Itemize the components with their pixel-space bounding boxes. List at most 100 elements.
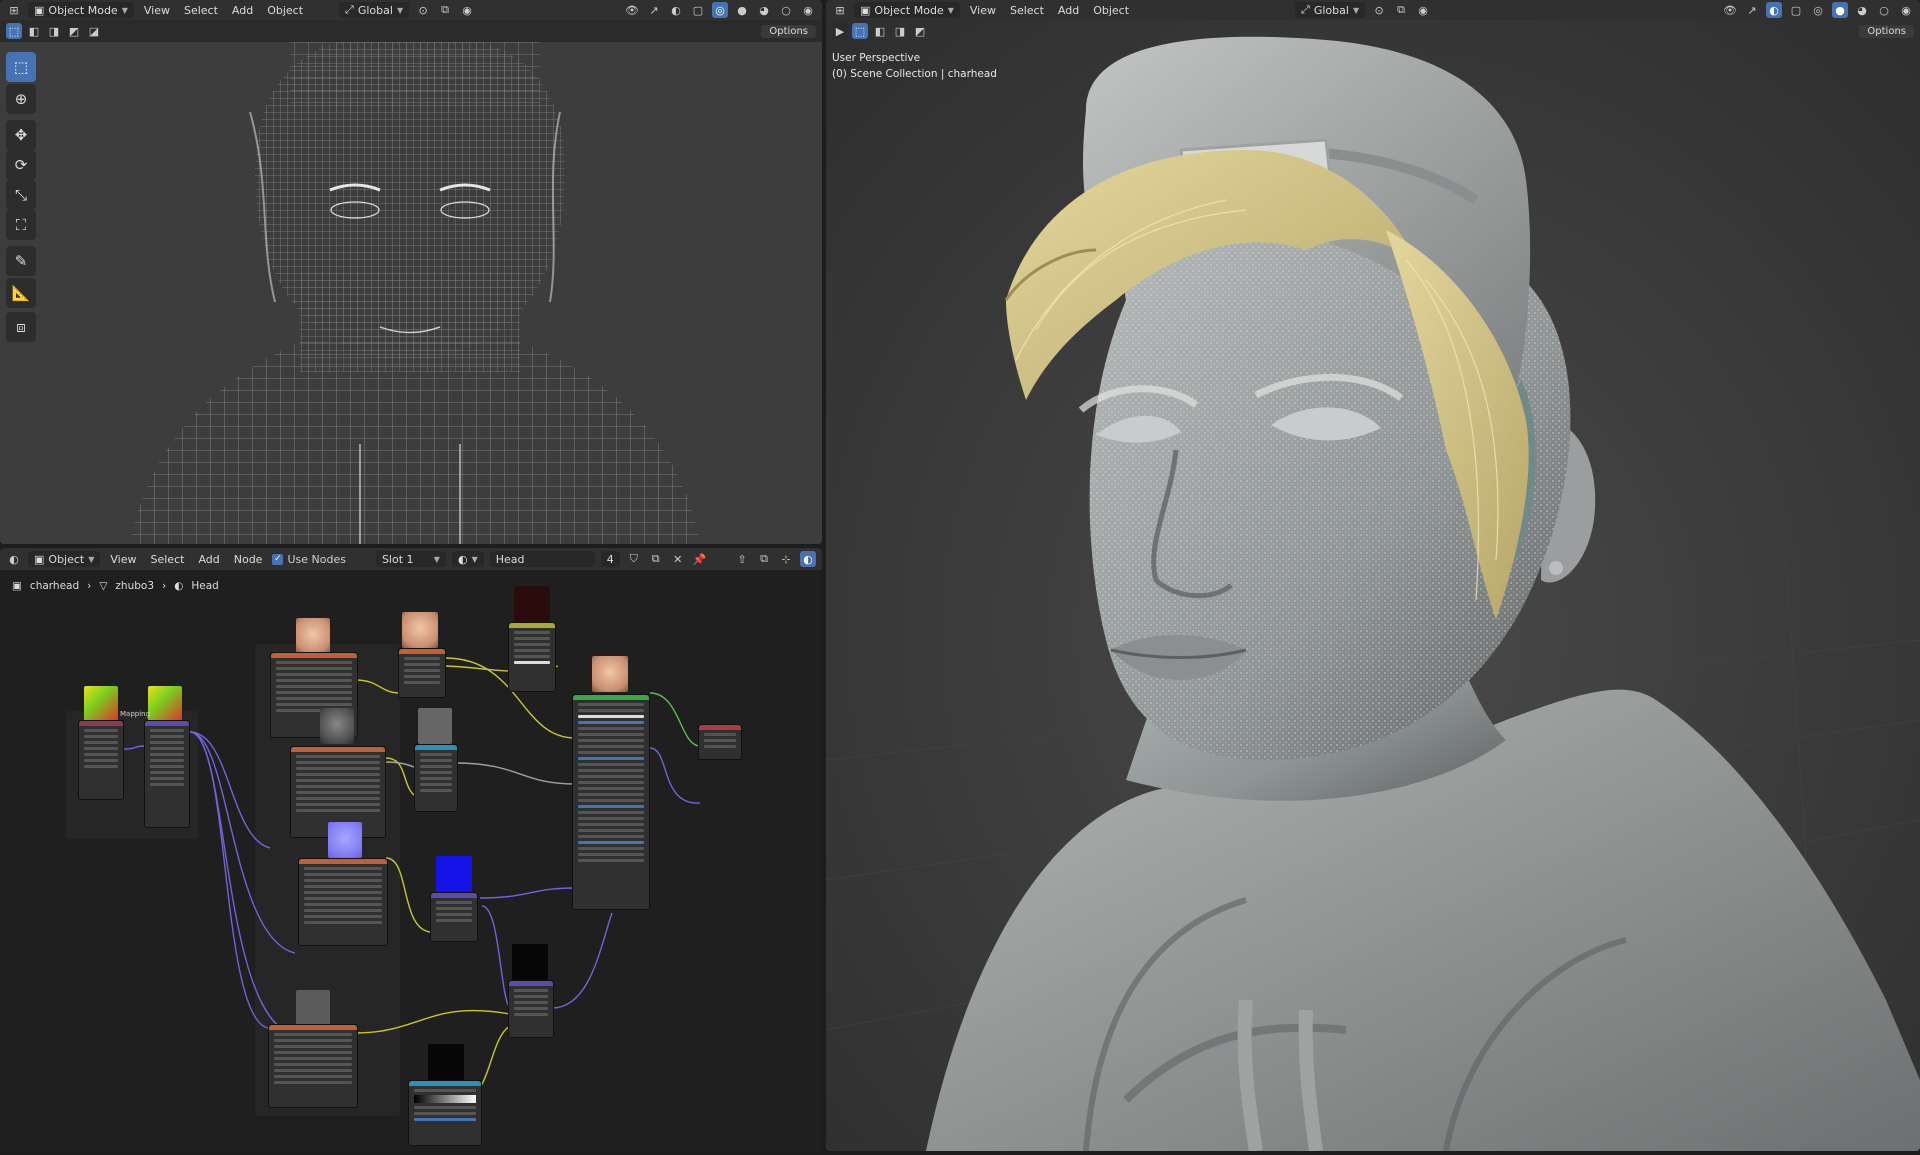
rotate-tool[interactable]: ⟳: [6, 150, 36, 180]
proportional-edit-icon[interactable]: ◉: [1415, 2, 1431, 18]
normal-map-preview: [436, 856, 472, 892]
cursor-tool[interactable]: ⊕: [6, 84, 36, 114]
mode-icon: ▣: [34, 3, 45, 17]
options-button[interactable]: Options: [761, 24, 816, 38]
select-box-icon[interactable]: ⬚: [6, 23, 22, 39]
mode-icon: ▣: [860, 3, 871, 17]
gizmo-icon[interactable]: ↗: [646, 2, 662, 18]
visibility-icon[interactable]: 👁: [624, 2, 640, 18]
node-mix[interactable]: [508, 622, 556, 692]
solid-viewport[interactable]: ⊞ ▣ Object Mode ▼ View Select Add Object ⤢…: [826, 0, 1920, 1151]
menu-view[interactable]: View: [140, 4, 174, 17]
play-icon[interactable]: ▶: [832, 23, 848, 39]
pivot-icon[interactable]: ⊙: [1371, 2, 1387, 18]
menu-select[interactable]: Select: [1006, 4, 1048, 17]
overlay-icon[interactable]: ◐: [1766, 2, 1782, 18]
mode-label: Object Mode: [874, 3, 944, 17]
wireframe-shading-icon[interactable]: ◎: [712, 2, 728, 18]
editor-type-icon[interactable]: ⊞: [6, 2, 22, 18]
solid-shading-icon[interactable]: ●: [734, 2, 750, 18]
node-map-range[interactable]: [414, 744, 458, 812]
viewport-header: ⊞ ▣ Object Mode ▼ View Select Add Object ⤢…: [826, 0, 1920, 20]
viewport-collection-label: (0) Scene Collection | charhead: [832, 68, 997, 80]
select-intersect-icon[interactable]: ◪: [86, 23, 102, 39]
visibility-icon[interactable]: 👁: [1722, 2, 1738, 18]
scale-tool[interactable]: ⤡: [6, 180, 36, 210]
measure-tool[interactable]: 📐: [6, 278, 36, 308]
options-button[interactable]: Options: [1859, 24, 1914, 38]
menu-object[interactable]: Object: [263, 4, 307, 17]
displacement-node-preview: [512, 944, 548, 980]
solid-shading-icon[interactable]: ●: [1832, 2, 1848, 18]
select-subtract-icon[interactable]: ◨: [892, 23, 908, 39]
menu-select[interactable]: Select: [180, 4, 222, 17]
material-shading-icon[interactable]: ◕: [1854, 2, 1870, 18]
principled-preview: [592, 656, 628, 692]
overlay-icon[interactable]: ◐: [668, 2, 684, 18]
head-model-render: [826, 0, 1920, 1151]
select-invert-icon[interactable]: ◩: [66, 23, 82, 39]
wireframe-shading-icon[interactable]: ◎: [1810, 2, 1826, 18]
move-tool[interactable]: ✥: [6, 120, 36, 150]
menu-object[interactable]: Object: [1089, 4, 1133, 17]
sss-texture-preview: [402, 612, 438, 648]
shader-node-editor[interactable]: ◐ ▣ Object ▼ View Select Add Node ✓ Use No…: [0, 548, 822, 1151]
basecolor-preview: [296, 618, 330, 654]
node-principled-bsdf[interactable]: [572, 694, 650, 910]
camera-icon[interactable]: ◉: [800, 2, 816, 18]
camera-icon[interactable]: ◉: [1898, 2, 1914, 18]
roughness-preview: [320, 708, 354, 744]
chevron-down-icon: ▼: [121, 5, 128, 15]
mode-dropdown[interactable]: ▣ Object Mode ▼: [854, 2, 960, 18]
snap-icon[interactable]: ⧉: [1393, 2, 1409, 18]
node-displacement[interactable]: [508, 980, 554, 1038]
map-range-preview: [418, 708, 452, 744]
orientation-dropdown[interactable]: ⤢ Global ▼: [1295, 2, 1366, 18]
menu-add[interactable]: Add: [228, 4, 257, 17]
rendered-shading-icon[interactable]: ○: [1876, 2, 1892, 18]
select-invert-icon[interactable]: ◩: [912, 23, 928, 39]
viewport-header: ⊞ ▣ Object Mode ▼ View Select Add Object ⤢…: [0, 0, 822, 20]
editor-type-icon[interactable]: ⊞: [832, 2, 848, 18]
mode-label: Object Mode: [48, 3, 118, 17]
material-shading-icon[interactable]: ◕: [756, 2, 772, 18]
menu-view[interactable]: View: [966, 4, 1000, 17]
mode-dropdown[interactable]: ▣ Object Mode ▼: [28, 2, 134, 18]
node-displacement-texture[interactable]: [268, 1024, 358, 1108]
node-sss-texture[interactable]: [398, 648, 446, 698]
wireframe-viewport[interactable]: ⊞ ▣ Object Mode ▼ View Select Add Object ⤢…: [0, 0, 822, 544]
node-material-output[interactable]: [698, 724, 742, 760]
select-extend-icon[interactable]: ◧: [872, 23, 888, 39]
chevron-down-icon: ▼: [396, 5, 404, 15]
select-tool[interactable]: ⬚: [6, 52, 36, 82]
chevron-down-icon: ▼: [1352, 5, 1360, 15]
snap-icon[interactable]: ⧉: [437, 2, 453, 18]
select-box-icon[interactable]: ⬚: [852, 23, 868, 39]
viewport-perspective-label: User Perspective: [832, 52, 921, 64]
pivot-icon[interactable]: ⊙: [415, 2, 431, 18]
node-color-ramp[interactable]: [408, 1080, 482, 1146]
menu-add[interactable]: Add: [1054, 4, 1083, 17]
select-extend-icon[interactable]: ◧: [26, 23, 42, 39]
select-subtract-icon[interactable]: ◨: [46, 23, 62, 39]
mapping-frame-label: Mapping: [120, 710, 151, 718]
texcoord-preview: [84, 686, 118, 722]
orientation-icon: ⤢: [345, 3, 354, 16]
transform-tool[interactable]: ⛶: [6, 210, 36, 240]
annotate-tool[interactable]: ✎: [6, 246, 36, 276]
displacement-preview: [296, 990, 330, 1026]
node-mapping[interactable]: [144, 720, 190, 828]
color-ramp-preview: [428, 1044, 464, 1080]
node-texture-coordinate[interactable]: [78, 720, 124, 800]
proportional-edit-icon[interactable]: ◉: [459, 2, 475, 18]
orientation-label: Global: [1313, 3, 1349, 17]
add-cube-tool[interactable]: ⧈: [6, 312, 36, 342]
orientation-label: Global: [357, 3, 393, 17]
node-normal-texture[interactable]: [298, 858, 388, 946]
node-normal-map[interactable]: [430, 892, 478, 942]
orientation-dropdown[interactable]: ⤢ Global ▼: [339, 2, 410, 18]
rendered-shading-icon[interactable]: ○: [778, 2, 794, 18]
xray-icon[interactable]: ▢: [1788, 2, 1804, 18]
xray-icon[interactable]: ▢: [690, 2, 706, 18]
gizmo-icon[interactable]: ↗: [1744, 2, 1760, 18]
